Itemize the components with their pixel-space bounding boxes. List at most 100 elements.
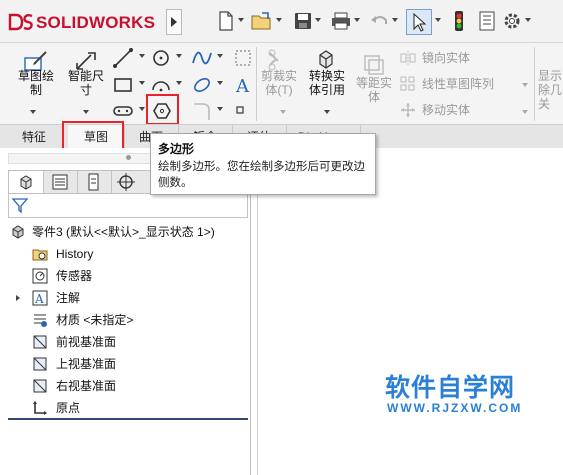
origin-icon [33, 401, 47, 415]
offset-label-line2: 体 [367, 90, 380, 104]
convert-label-line2: 体引用 [308, 83, 345, 97]
ellipse-icon[interactable] [191, 74, 213, 96]
expand-menu-button[interactable] [166, 9, 182, 35]
open-file-icon[interactable] [250, 10, 274, 32]
part-icon [12, 225, 24, 239]
mirror-entities-icon[interactable] [400, 50, 416, 66]
trim-label-line1: 剪裁实 [260, 69, 297, 83]
arc-icon[interactable] [150, 74, 172, 96]
arc-dropdown-arrow[interactable] [176, 81, 182, 85]
select-dropdown-arrow[interactable] [435, 18, 441, 22]
linear-pattern-label[interactable]: 线性草图阵列 [422, 77, 494, 91]
plane-icon [33, 335, 47, 349]
offset-entities-button[interactable]: 等距实 体 [352, 76, 396, 104]
trim-label-line2: 体(T) [265, 83, 293, 97]
file-properties-icon[interactable] [477, 10, 497, 32]
convert-entities-button[interactable]: 转换实 体引用 [304, 69, 350, 97]
smart-dim-label-line1: 智能尺 [67, 69, 104, 83]
feature-tree-icon [20, 175, 32, 190]
offset-label-line1: 等距实 [355, 76, 392, 90]
spline-dropdown-arrow[interactable] [217, 54, 223, 58]
linear-pattern-dropdown-arrow[interactable] [522, 83, 528, 87]
print-icon[interactable] [330, 10, 352, 32]
undo-dropdown-arrow[interactable] [392, 18, 398, 22]
splitter-grip [126, 155, 131, 160]
text-icon[interactable]: A [232, 74, 254, 96]
mirror-entities-label[interactable]: 镜向实体 [422, 51, 470, 65]
circle-dropdown-arrow[interactable] [176, 54, 182, 58]
configuration-manager-tab[interactable] [77, 171, 112, 193]
convert-entities-icon[interactable] [314, 49, 338, 71]
options-dropdown-arrow[interactable] [525, 18, 531, 22]
property-list-icon [52, 174, 68, 190]
ds-logo-icon [8, 13, 33, 31]
open-dropdown-arrow[interactable] [276, 18, 282, 22]
spline-icon[interactable] [191, 47, 213, 69]
save-icon[interactable] [293, 10, 313, 32]
plane-icon [33, 379, 47, 393]
sketch-button[interactable]: 草图绘 制 [12, 69, 60, 97]
sketch-chamfer-icon[interactable] [232, 47, 254, 69]
circle-icon[interactable] [150, 47, 172, 69]
print-dropdown-arrow[interactable] [354, 18, 360, 22]
trim-entities-button[interactable]: 剪裁实 体(T) [258, 69, 300, 97]
sketch-dropdown-arrow[interactable] [30, 110, 36, 114]
crosshair-icon [117, 173, 135, 191]
svg-text:A: A [34, 292, 44, 306]
undo-icon[interactable] [368, 10, 390, 32]
smart-dimension-button[interactable]: 智能尺 寸 [62, 69, 110, 97]
tab-features[interactable]: 特征 [0, 125, 69, 149]
convert-label-line1: 转换实 [308, 69, 345, 83]
history-folder-icon [32, 249, 48, 261]
slot-icon[interactable] [112, 100, 134, 122]
traffic-light-icon[interactable] [452, 10, 466, 32]
tree-item-label: 传感器 [56, 269, 93, 283]
brand-name: SOLIDWORKS [36, 13, 156, 32]
tooltip-title: 多边形 [158, 142, 195, 156]
line-icon[interactable] [112, 47, 134, 69]
watermark-title: 软件自学网 [385, 373, 516, 402]
display-delete-line2: 除几 [538, 83, 563, 97]
separator [256, 47, 257, 121]
graphics-area[interactable] [258, 148, 563, 475]
save-dropdown-arrow[interactable] [315, 18, 321, 22]
smart-dim-dropdown-arrow[interactable] [83, 110, 89, 114]
tree-item-label: 右视基准面 [56, 379, 117, 393]
move-dropdown-arrow[interactable] [522, 110, 528, 114]
solidworks-logo[interactable]: SOLIDWORKS [6, 8, 164, 36]
expand-arrow-icon[interactable] [14, 294, 22, 302]
offset-entities-icon[interactable] [362, 53, 386, 75]
new-dropdown-arrow[interactable] [238, 18, 244, 22]
select-button[interactable] [406, 9, 432, 35]
options-gear-icon[interactable] [502, 10, 522, 32]
linear-pattern-icon[interactable] [400, 76, 416, 92]
fillet-dropdown-arrow[interactable] [217, 107, 223, 111]
rectangle-dropdown-arrow[interactable] [139, 81, 145, 85]
display-delete-relations-button[interactable]: 显示 除几 关 [538, 69, 563, 111]
convert-dropdown-arrow[interactable] [324, 110, 330, 114]
slot-dropdown-arrow[interactable] [139, 107, 145, 111]
line-dropdown-arrow[interactable] [139, 54, 145, 58]
trim-dropdown-arrow[interactable] [280, 110, 286, 114]
sketch-label-line1: 草图绘 [17, 69, 54, 83]
svg-text:A: A [235, 76, 250, 96]
fillet-icon[interactable] [191, 100, 213, 122]
select-cursor-icon [413, 12, 427, 32]
watermark-url: WWW.RJZXW.COM [387, 401, 523, 415]
trim-entities-icon[interactable] [266, 49, 290, 71]
dimxpert-manager-tab[interactable] [111, 171, 141, 193]
property-manager-tab[interactable] [43, 171, 78, 193]
feature-manager-tab[interactable] [9, 171, 44, 193]
rectangle-icon[interactable] [112, 74, 134, 96]
move-entities-icon[interactable] [400, 102, 416, 118]
new-file-icon[interactable] [216, 10, 236, 32]
pane-border [250, 148, 251, 475]
filter-icon[interactable] [12, 197, 28, 213]
tree-item-label: 上视基准面 [56, 357, 117, 371]
ellipse-dropdown-arrow[interactable] [217, 81, 223, 85]
move-entities-label[interactable]: 移动实体 [422, 103, 470, 117]
point-icon[interactable] [234, 104, 246, 116]
sensor-icon [32, 268, 48, 284]
configuration-icon [88, 173, 99, 191]
tree-item-label: 注解 [56, 291, 81, 305]
